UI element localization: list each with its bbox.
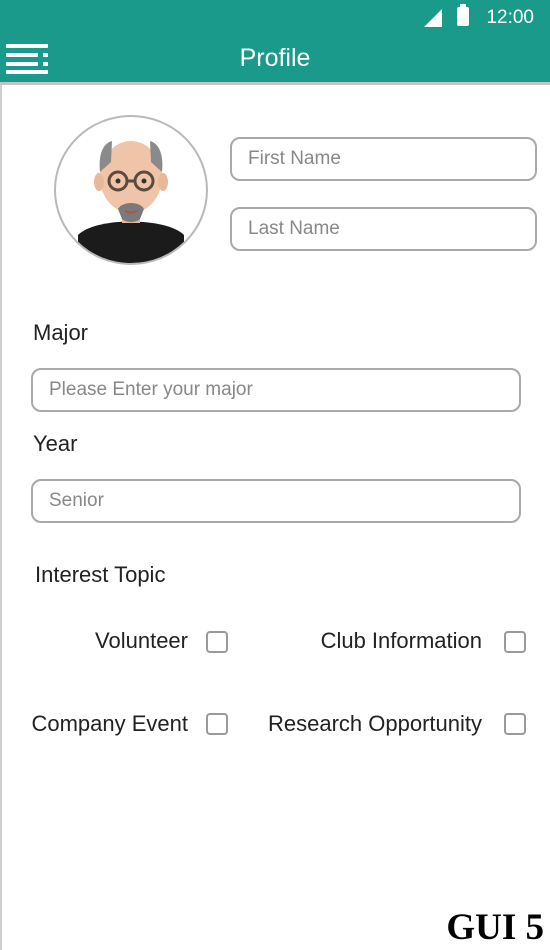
interest-topic-label: Interest Topic bbox=[35, 562, 166, 587]
avatar[interactable] bbox=[54, 115, 208, 265]
volunteer-label: Volunteer bbox=[95, 628, 188, 653]
first-name-field[interactable] bbox=[230, 137, 537, 181]
signal-icon bbox=[424, 9, 442, 27]
major-label: Major bbox=[33, 320, 89, 345]
battery-icon bbox=[457, 4, 469, 26]
club-information-checkbox[interactable] bbox=[504, 631, 526, 653]
research-opportunity-label: Research Opportunity bbox=[268, 711, 482, 736]
status-bar: 12:00 bbox=[0, 0, 550, 34]
last-name-field[interactable] bbox=[230, 207, 537, 251]
page-title: Profile bbox=[239, 44, 311, 72]
company-event-checkbox[interactable] bbox=[206, 713, 228, 735]
club-information-label: Club Information bbox=[320, 628, 482, 653]
volunteer-checkbox[interactable] bbox=[206, 631, 228, 653]
company-event-label: Company Event bbox=[31, 711, 188, 736]
research-opportunity-checkbox[interactable] bbox=[504, 713, 526, 735]
figure-caption: GUI 5 bbox=[446, 907, 544, 948]
year-label: Year bbox=[33, 431, 78, 456]
year-field[interactable] bbox=[31, 479, 521, 523]
major-field[interactable] bbox=[31, 368, 521, 412]
left-edge-divider bbox=[0, 85, 2, 950]
status-time: 12:00 bbox=[486, 7, 534, 28]
avatar-cartoon-man bbox=[78, 141, 184, 263]
app-bar-shadow bbox=[0, 82, 550, 85]
